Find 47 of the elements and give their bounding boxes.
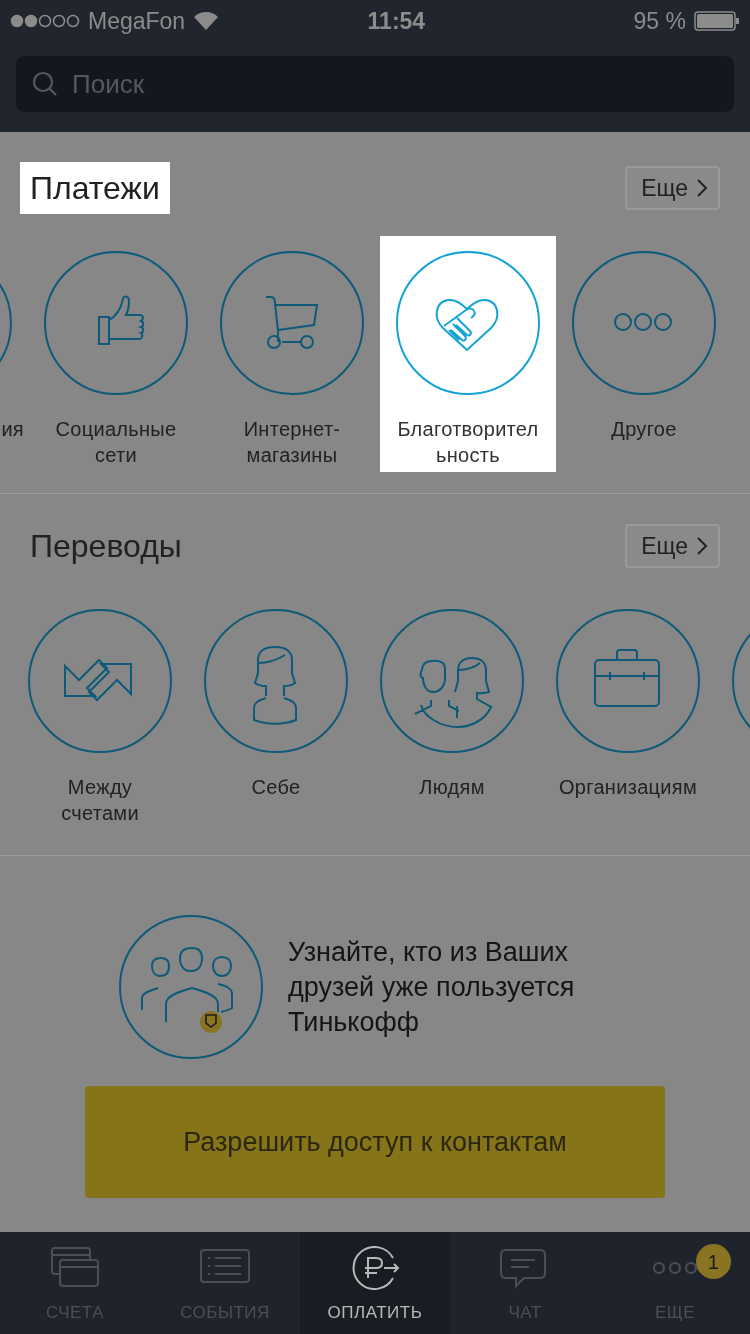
category-item[interactable]: Себе (188, 594, 364, 830)
transfer-arrows-icon (27, 608, 173, 754)
two-people-icon (379, 608, 525, 754)
briefcase-icon (555, 608, 701, 754)
clock: 11:54 (367, 6, 426, 36)
category-item[interactable]: Благотворител ьность (380, 236, 556, 472)
category-item[interactable]: Организациям (540, 594, 716, 830)
more-button[interactable]: Еще (625, 165, 720, 211)
category-item[interactable]: Социальные сети (28, 236, 204, 472)
category-item[interactable]: Интернет- магазины (204, 236, 380, 472)
chevron-icon (696, 178, 708, 198)
category-label: Между счетами (61, 775, 139, 826)
category-item[interactable]: Между счетами (12, 594, 188, 830)
category-label: Интернет- магазины (243, 417, 341, 468)
category-label: Социальные сети (55, 417, 177, 468)
notification-badge: 1 (696, 1244, 731, 1279)
category-item[interactable]: Другое (556, 236, 732, 472)
thumbs-up-icon (43, 250, 189, 396)
more-dots-icon (571, 250, 717, 396)
wifi-icon (193, 11, 220, 31)
shopping-cart-icon (219, 250, 365, 396)
person-icon (203, 608, 349, 754)
category-item[interactable]: Людям (364, 594, 540, 830)
search-icon (32, 71, 58, 97)
more-button[interactable]: Еще (625, 523, 720, 569)
category-label: Благотворител ьность (397, 417, 539, 468)
section-title: Платежи (20, 162, 170, 214)
tab[interactable]: ОПЛАТИТЬ (300, 1232, 450, 1334)
search-field[interactable]: Поиск (16, 56, 734, 112)
friends-icon (118, 914, 264, 1060)
category-label: Другое (611, 417, 677, 442)
cards-icon (48, 1246, 102, 1290)
more-dots-icon (650, 1261, 700, 1275)
category-item[interactable]: ия (0, 236, 28, 472)
heart-handshake-icon (395, 250, 541, 396)
category-label: Людям (419, 775, 485, 800)
category-label: ия (1, 417, 24, 442)
signal-icon (10, 14, 80, 28)
allow-contacts-button[interactable]: Разрешить доступ к контактам (85, 1086, 665, 1198)
section-title: Переводы (29, 527, 183, 566)
battery-percent: 95 % (633, 6, 686, 36)
promo-text: Узнайте, кто из Ваших друзей уже пользуется Тинькофф (288, 935, 576, 1039)
category-label: Организациям (559, 775, 697, 800)
chevron-icon (696, 536, 708, 556)
battery-icon (694, 11, 740, 31)
category-label: Себе (251, 775, 301, 800)
carrier-name: MegaFon (88, 6, 186, 36)
